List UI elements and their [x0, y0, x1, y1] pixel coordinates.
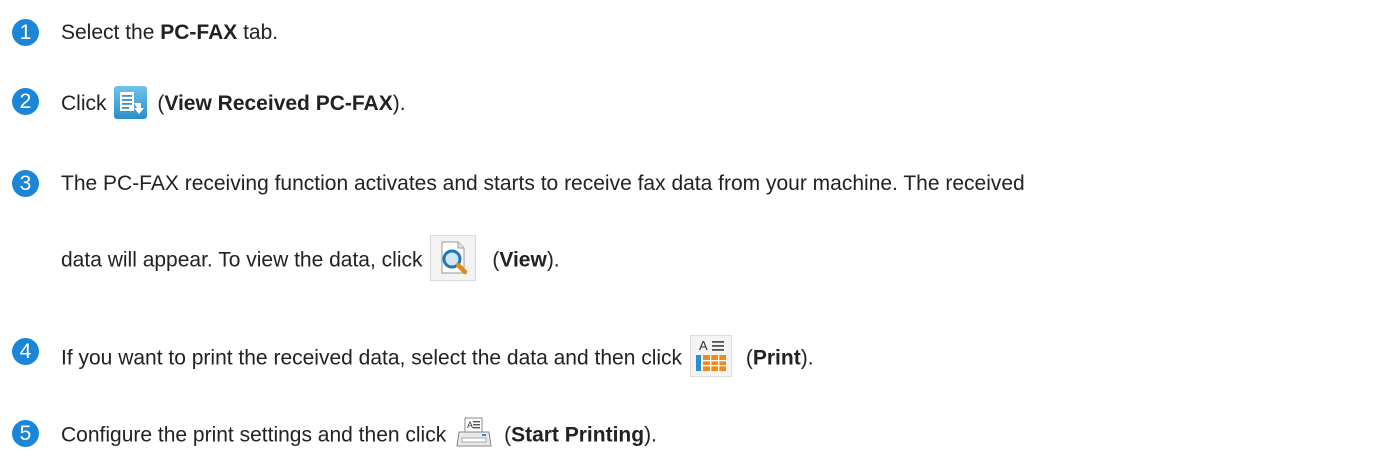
- step-bold-text: View: [499, 248, 547, 272]
- step-bold-text: Start Printing: [511, 423, 645, 447]
- print-icon: A: [689, 335, 732, 377]
- step-number-badge: 1: [12, 19, 39, 46]
- step-text-part: ).: [546, 248, 560, 272]
- step-text-part: Select the: [61, 21, 161, 44]
- step-bold-text: View Received PC-FAX: [164, 92, 393, 116]
- svg-text:A: A: [699, 338, 708, 353]
- step-text-part: tab.: [237, 21, 279, 44]
- step-number-badge: 5: [12, 420, 39, 447]
- step-text: Select the PC-FAX tab.: [61, 19, 278, 46]
- step-text-part: ).: [392, 92, 406, 116]
- step-text-part: Click: [61, 92, 113, 116]
- view-received-pcfax-icon: [114, 86, 148, 119]
- step-text-part: (: [504, 423, 512, 447]
- step-text-part: ).: [800, 346, 814, 370]
- step-text: data will appear. To view the data, clic…: [61, 235, 560, 284]
- step-text: If you want to print the received data, …: [61, 335, 814, 380]
- step-text-part: If you want to print the received data, …: [61, 346, 688, 370]
- step-text-line-1: The PC-FAX receiving function activates …: [61, 172, 1025, 195]
- step-text-part: data will appear. To view the data, clic…: [61, 248, 429, 272]
- step-text-part: Configure the print settings and then cl…: [61, 423, 453, 447]
- step-text-part: (: [745, 346, 753, 370]
- step-number-badge: 4: [12, 338, 39, 365]
- step-text: Configure the print settings and then cl…: [61, 417, 657, 452]
- step-bold-text: Print: [752, 346, 801, 370]
- step-number-badge: 2: [12, 88, 39, 115]
- start-printing-icon: A: [456, 417, 492, 449]
- step-bold-text: PC-FAX: [160, 21, 238, 44]
- step-text-part: ).: [644, 423, 657, 447]
- step-number-badge: 3: [12, 170, 39, 197]
- view-magnifier-icon: [430, 235, 477, 281]
- step-text: Click (View Received PC-FAX).: [61, 86, 406, 121]
- svg-text:A: A: [467, 420, 473, 430]
